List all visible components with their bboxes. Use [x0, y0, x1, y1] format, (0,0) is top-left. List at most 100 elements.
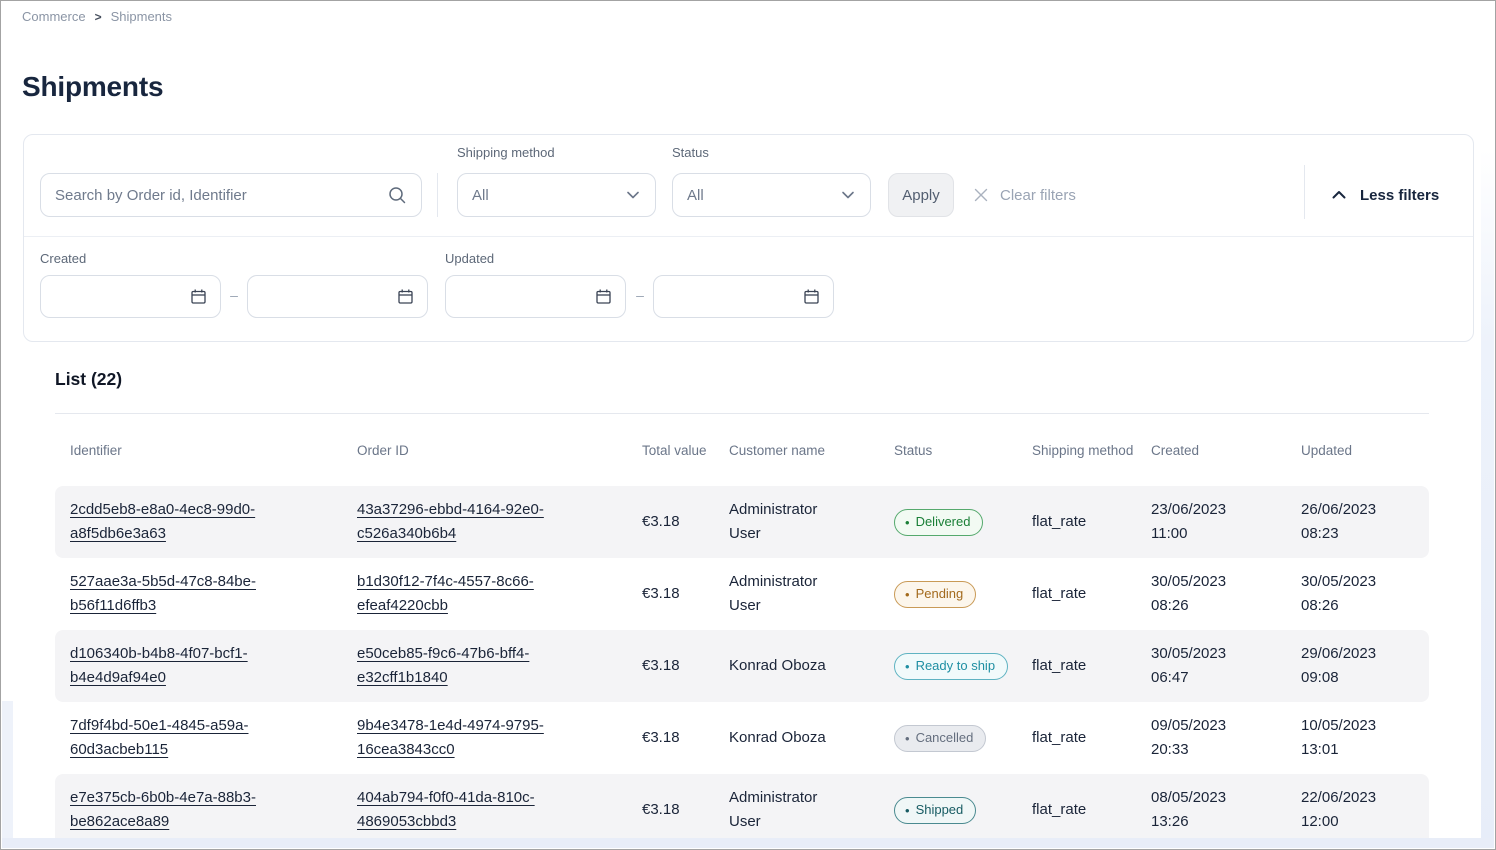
filters-panel: Shipping method All Status All Apply Cle… — [23, 134, 1474, 342]
created-cell: 23/06/202311:00 — [1151, 498, 1301, 546]
status-badge: Delivered — [894, 509, 983, 536]
table-row: e7e375cb-6b0b-4e7a-88b3-be862ace8a89 404… — [55, 774, 1429, 846]
app-background-left-edge — [2, 701, 13, 848]
less-filters-toggle[interactable]: Less filters — [1330, 173, 1439, 217]
chevron-up-icon — [1330, 186, 1348, 204]
status-select[interactable]: All — [672, 173, 871, 217]
updated-filter-label: Updated — [445, 251, 494, 266]
shipping-method-cell: flat_rate — [1032, 726, 1151, 750]
identifier-link[interactable]: 2cdd5eb8-e8a0-4ec8-99d0-a8f5db6e3a63 — [70, 498, 288, 546]
identifier-link[interactable]: 7df9f4bd-50e1-4845-a59a-60d3acbeb115 — [70, 714, 288, 762]
close-icon — [972, 186, 990, 204]
column-header-total-value: Total value — [642, 441, 729, 460]
search-box[interactable] — [40, 173, 422, 217]
shipping-method-select[interactable]: All — [457, 173, 656, 217]
customer-name-cell: Administrator User — [729, 786, 851, 834]
column-header-shipping-method: Shipping method — [1032, 441, 1151, 460]
chevron-down-icon — [625, 187, 641, 203]
updated-cell: 22/06/202312:00 — [1301, 786, 1429, 834]
breadcrumb-separator-icon: > — [95, 10, 102, 24]
status-value: All — [687, 187, 704, 204]
customer-name-cell: Konrad Oboza — [729, 654, 826, 678]
shipping-method-value: All — [472, 187, 489, 204]
updated-cell: 26/06/202308:23 — [1301, 498, 1429, 546]
filters-vertical-divider-2 — [1304, 165, 1305, 219]
breadcrumb: Commerce > Shipments — [22, 9, 172, 24]
calendar-icon — [190, 288, 207, 305]
filters-vertical-divider-1 — [437, 173, 438, 217]
status-badge: Shipped — [894, 797, 976, 824]
updated-cell: 10/05/202313:01 — [1301, 714, 1429, 762]
less-filters-label: Less filters — [1360, 187, 1439, 204]
calendar-icon — [595, 288, 612, 305]
updated-cell: 30/05/202308:26 — [1301, 570, 1429, 618]
column-header-identifier: Identifier — [55, 441, 357, 460]
column-header-created: Created — [1151, 441, 1301, 460]
search-icon — [387, 185, 407, 205]
created-range-dash: – — [225, 287, 243, 303]
table-row: d106340b-b4b8-4f07-bcf1-b4e4d9af94e0 e50… — [55, 630, 1429, 702]
page-title: Shipments — [22, 71, 163, 103]
clear-filters-button[interactable]: Clear filters — [972, 173, 1076, 217]
breadcrumb-commerce[interactable]: Commerce — [22, 9, 86, 24]
created-from-input[interactable] — [40, 275, 221, 318]
table-body: 2cdd5eb8-e8a0-4ec8-99d0-a8f5db6e3a63 43a… — [55, 486, 1429, 846]
identifier-link[interactable]: 527aae3a-5b5d-47c8-84be-b56f11d6ffb3 — [70, 570, 288, 618]
list-title: List (22) — [55, 369, 1429, 390]
order-id-link[interactable]: 9b4e3478-1e4d-4974-9795-16cea3843cc0 — [357, 714, 575, 762]
apply-button[interactable]: Apply — [888, 173, 954, 217]
calendar-icon — [803, 288, 820, 305]
clear-filters-label: Clear filters — [1000, 187, 1076, 204]
table-header: Identifier Order ID Total value Customer… — [55, 413, 1429, 486]
app-background-bottom-edge — [2, 838, 1494, 848]
shipping-method-cell: flat_rate — [1032, 654, 1151, 678]
search-input[interactable] — [55, 187, 387, 204]
created-cell: 08/05/202313:26 — [1151, 786, 1301, 834]
total-value-cell: €3.18 — [642, 654, 729, 678]
shipping-method-cell: flat_rate — [1032, 510, 1151, 534]
shipping-method-cell: flat_rate — [1032, 582, 1151, 606]
created-cell: 30/05/202308:26 — [1151, 570, 1301, 618]
shipping-method-cell: flat_rate — [1032, 798, 1151, 822]
status-badge: Ready to ship — [894, 653, 1008, 680]
status-label: Status — [672, 145, 709, 160]
status-badge: Cancelled — [894, 725, 986, 752]
order-id-link[interactable]: e50ceb85-f9c6-47b6-bff4-e32cff1b1840 — [357, 642, 575, 690]
identifier-link[interactable]: d106340b-b4b8-4f07-bcf1-b4e4d9af94e0 — [70, 642, 288, 690]
created-cell: 30/05/202306:47 — [1151, 642, 1301, 690]
chevron-down-icon — [840, 187, 856, 203]
created-filter-label: Created — [40, 251, 86, 266]
updated-from-input[interactable] — [445, 275, 626, 318]
total-value-cell: €3.18 — [642, 726, 729, 750]
updated-range-dash: – — [631, 287, 649, 303]
app-background-right-edge — [1481, 149, 1494, 848]
table-row: 7df9f4bd-50e1-4845-a59a-60d3acbeb115 9b4… — [55, 702, 1429, 774]
column-header-status: Status — [894, 441, 1032, 460]
order-id-link[interactable]: b1d30f12-7f4c-4557-8c66-efeaf4220cbb — [357, 570, 575, 618]
total-value-cell: €3.18 — [642, 510, 729, 534]
column-header-order-id: Order ID — [357, 441, 642, 460]
identifier-link[interactable]: e7e375cb-6b0b-4e7a-88b3-be862ace8a89 — [70, 786, 288, 834]
customer-name-cell: Konrad Oboza — [729, 726, 826, 750]
column-header-customer-name: Customer name — [729, 441, 894, 460]
updated-to-input[interactable] — [653, 275, 834, 318]
column-header-updated: Updated — [1301, 441, 1429, 460]
table-row: 2cdd5eb8-e8a0-4ec8-99d0-a8f5db6e3a63 43a… — [55, 486, 1429, 558]
created-cell: 09/05/202320:33 — [1151, 714, 1301, 762]
shipping-method-label: Shipping method — [457, 145, 555, 160]
breadcrumb-shipments[interactable]: Shipments — [111, 9, 172, 24]
table-row: 527aae3a-5b5d-47c8-84be-b56f11d6ffb3 b1d… — [55, 558, 1429, 630]
updated-cell: 29/06/202309:08 — [1301, 642, 1429, 690]
calendar-icon — [397, 288, 414, 305]
order-id-link[interactable]: 404ab794-f0f0-41da-810c-4869053cbbd3 — [357, 786, 575, 834]
total-value-cell: €3.18 — [642, 582, 729, 606]
status-badge: Pending — [894, 581, 976, 608]
order-id-link[interactable]: 43a37296-ebbd-4164-92e0-c526a340b6b4 — [357, 498, 575, 546]
filters-row-divider — [24, 236, 1473, 237]
customer-name-cell: Administrator User — [729, 570, 851, 618]
created-to-input[interactable] — [247, 275, 428, 318]
shipments-list: List (22) Identifier Order ID Total valu… — [55, 369, 1429, 846]
shipments-page: Commerce > Shipments Shipments Shipping … — [0, 0, 1496, 850]
customer-name-cell: Administrator User — [729, 498, 851, 546]
total-value-cell: €3.18 — [642, 798, 729, 822]
